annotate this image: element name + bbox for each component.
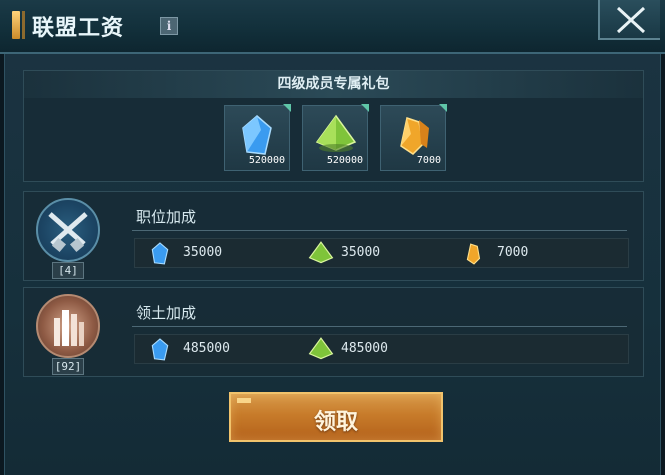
- gift-pack-section: 四级成员专属礼包 520000 520000 7000: [23, 70, 644, 182]
- orange-crystal-icon: [400, 117, 429, 155]
- gift-pack-title: 四级成员专属礼包: [24, 71, 643, 98]
- close-button[interactable]: [598, 0, 660, 40]
- blue-crystal-icon: [242, 115, 272, 155]
- gift-item-orange-crystal[interactable]: 7000: [380, 104, 447, 171]
- close-icon: [616, 6, 646, 34]
- title-accent: [12, 11, 25, 39]
- territory-bonus-title: 领土加成: [136, 304, 197, 322]
- position-bonus-title: 职位加成: [136, 208, 197, 226]
- territory-level: [92]: [52, 358, 84, 375]
- territory-resource-bar: 485000 485000: [134, 334, 629, 364]
- claim-button-label: 领取: [313, 409, 358, 435]
- content-panel: 四级成员专属礼包 520000 520000 7000 [4] 职位加成 350…: [4, 54, 661, 475]
- crossed-guns-icon: [36, 198, 100, 262]
- blue-crystal-icon: [151, 338, 169, 361]
- position-bonus-section: [4] 职位加成 35000 35000 7000: [23, 191, 644, 281]
- gift-item-blue-crystal[interactable]: 520000: [224, 104, 291, 171]
- blue-crystal-icon: [151, 242, 169, 265]
- item-count: 520000: [326, 155, 363, 166]
- green-pyramid-icon: [308, 241, 334, 264]
- window-header: 联盟工资 i: [0, 0, 665, 54]
- position-level: [4]: [52, 262, 84, 279]
- gift-item-green-pyramid[interactable]: 520000: [302, 104, 369, 171]
- green-pyramid-icon: [308, 337, 334, 360]
- item-count: 7000: [416, 155, 441, 166]
- orange-crystal-icon: [466, 243, 481, 265]
- green-pyramid-icon: [315, 114, 357, 152]
- position-resource-bar: 35000 35000 7000: [134, 238, 629, 268]
- info-button[interactable]: i: [160, 17, 178, 35]
- claim-button[interactable]: 领取: [229, 392, 443, 442]
- item-count: 520000: [248, 155, 285, 166]
- city-dome-icon: [36, 294, 100, 358]
- window-title: 联盟工资: [32, 15, 125, 41]
- territory-bonus-section: [92] 领土加成 485000 485000: [23, 287, 644, 377]
